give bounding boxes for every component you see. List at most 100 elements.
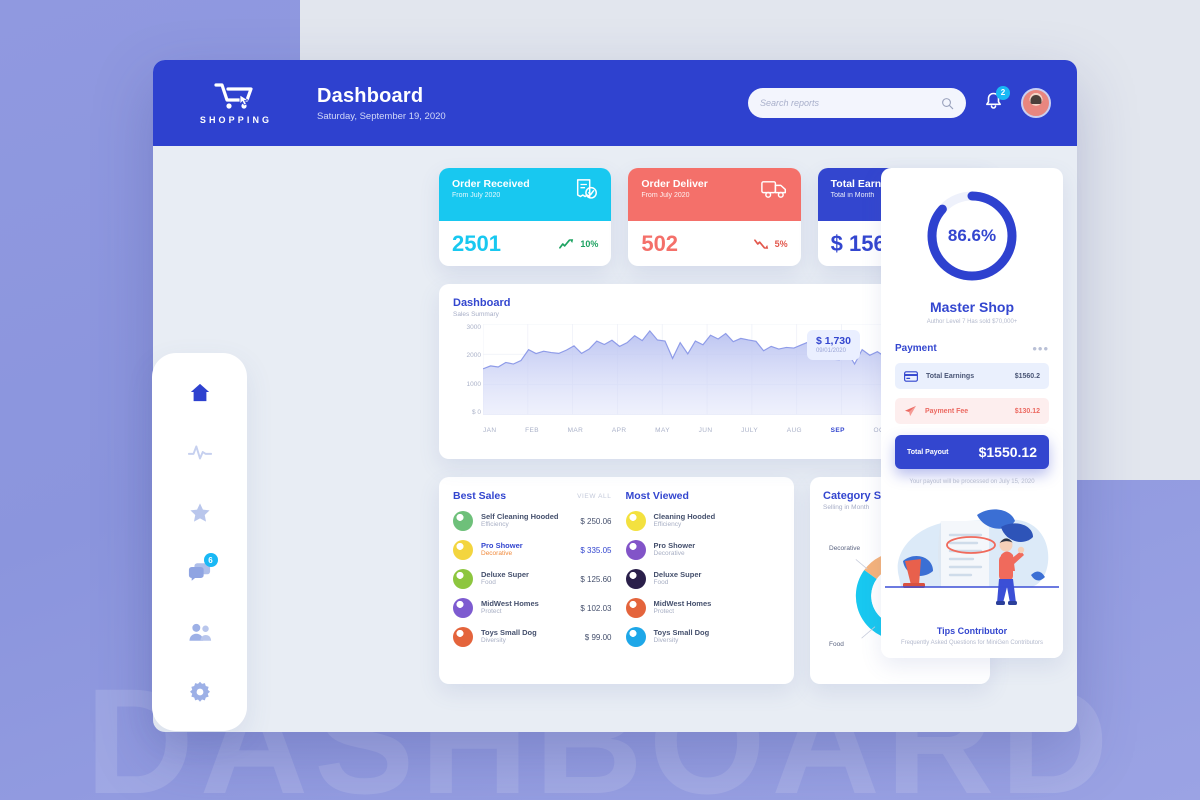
search-input[interactable] — [760, 98, 941, 108]
total-payout-row[interactable]: Total Payout $1550.12 — [895, 435, 1049, 469]
invoice-check-icon — [577, 179, 598, 199]
x-tick-jun: JUN — [698, 427, 713, 434]
sidebar-item-home[interactable] — [180, 375, 220, 409]
best-sales-item[interactable]: MidWest Homes Protect $ 102.03 — [453, 598, 612, 618]
product-price: $ 99.00 — [584, 632, 612, 642]
notifications-button[interactable]: 2 — [984, 85, 1010, 116]
master-shop-percent: 86.6% — [947, 226, 997, 245]
stat-card-header: Order Deliver From July 2020 — [628, 168, 801, 221]
product-category: Protect — [653, 608, 675, 616]
sidebar-item-analytics[interactable] — [180, 435, 220, 469]
most-viewed-item[interactable]: Toys Small Dog Diversity — [625, 627, 785, 647]
app-window: SHOPPING Dashboard Saturday, September 1… — [152, 60, 1077, 732]
best-sales-item[interactable]: Deluxe Super Food $ 125.60 — [453, 569, 612, 589]
product-category: Decorative — [653, 550, 685, 558]
chart-tooltip: $ 1,730 09/01/2020 — [806, 330, 860, 360]
payment-row-payment-fee[interactable]: Payment Fee $130.12 — [895, 398, 1049, 424]
sidebar-item-customers[interactable] — [180, 615, 220, 649]
most-viewed-item[interactable]: MidWest Homes Protect — [625, 598, 785, 618]
stat-title: Order Received — [452, 178, 530, 190]
x-tick-jan: JAN — [483, 427, 497, 434]
brand-name: SHOPPING — [199, 114, 273, 125]
person-reading-document-illustration — [885, 509, 1059, 605]
master-shop-and-payment-card: 86.6% Master Shop Author Level 7 Has sol… — [881, 168, 1063, 658]
best-sales-item[interactable]: Self Cleaning Hooded Efficiency $ 250.06 — [453, 511, 612, 531]
delivery-truck-icon — [760, 181, 786, 198]
trend-up-icon — [559, 238, 574, 249]
best-sales-item[interactable]: Pro Shower Decorative $ 335.05 — [453, 540, 612, 560]
gear-icon — [189, 681, 210, 702]
product-thumbnail — [453, 598, 473, 618]
payment-row-value: $130.12 — [1014, 407, 1040, 415]
payment-row-total-earnings[interactable]: Total Earnings $1560.2 — [895, 363, 1049, 389]
product-name: Self Cleaning Hooded — [481, 512, 559, 522]
search-icon[interactable] — [941, 97, 954, 110]
payment-row-label: Total Earnings — [926, 372, 975, 380]
x-tick-may: MAY — [655, 427, 670, 434]
most-viewed-item[interactable]: Cleaning Hooded Efficiency — [625, 511, 785, 531]
x-tick-mar: MAR — [567, 427, 584, 434]
product-name: Deluxe Super — [481, 570, 529, 580]
tips-contributor-card[interactable]: Tips Contributor Frequently Asked Questi… — [881, 499, 1063, 658]
sidebar-item-favorites[interactable] — [180, 495, 220, 529]
product-price: $ 125.60 — [580, 574, 612, 584]
stat-card-body: 2501 10% — [439, 221, 611, 266]
most-viewed-title: Most Viewed — [625, 490, 689, 502]
product-name: Pro Shower — [481, 541, 523, 551]
y-tick: $ 0 — [471, 408, 481, 416]
best-sales-title: Best Sales — [453, 490, 507, 502]
leader-line-food — [861, 626, 876, 639]
product-thumbnail — [453, 569, 473, 589]
product-category: Food — [653, 579, 669, 587]
most-viewed-item[interactable]: Deluxe Super Food — [625, 569, 785, 589]
tips-illustration — [881, 499, 1063, 619]
master-shop-card: 86.6% Master Shop Author Level 7 Has sol… — [881, 168, 1063, 339]
product-category: Decorative — [481, 550, 513, 558]
product-category: Food — [481, 579, 496, 587]
payment-card: Payment ••• Total Earnings $1560.2 Payme… — [881, 339, 1063, 499]
product-category: Diversity — [653, 637, 679, 645]
product-price: $ 335.05 — [580, 545, 612, 555]
tooltip-date: 09/01/2020 — [815, 348, 846, 354]
product-name: Cleaning Hooded — [653, 512, 716, 522]
star-icon — [189, 502, 210, 522]
credit-card-icon — [904, 370, 918, 382]
tooltip-value: $ 1,730 — [815, 335, 851, 347]
brand-logo[interactable]: SHOPPING — [177, 82, 295, 125]
page-title-block: Dashboard Saturday, September 19, 2020 — [317, 85, 446, 122]
sidebar-badge-messages: 6 — [203, 553, 218, 567]
y-tick: 3000 — [466, 324, 481, 331]
payout-note: Your payout will be processed on July 15… — [909, 479, 1035, 485]
master-shop-subtitle: Author Level 7 Has sold $70,000+ — [926, 319, 1018, 325]
stat-value: 2501 — [452, 230, 501, 256]
view-all-link[interactable]: VIEW ALL — [577, 493, 611, 500]
product-category: Diversity — [481, 637, 506, 645]
product-name: Deluxe Super — [653, 570, 702, 580]
sidebar-item-settings[interactable] — [180, 675, 220, 709]
top-bar-actions: 2 — [748, 85, 1051, 118]
product-category: Efficiency — [481, 521, 509, 529]
search-box[interactable] — [748, 88, 966, 118]
master-shop-gauge: 86.6% — [920, 184, 1024, 288]
product-texts: Toys Small Dog Diversity — [481, 628, 585, 646]
stat-trend-value: 10% — [580, 238, 599, 249]
product-name: Toys Small Dog — [653, 628, 710, 638]
paper-plane-icon — [904, 405, 917, 417]
best-sales-item[interactable]: Toys Small Dog Diversity $ 99.00 — [453, 627, 612, 647]
avatar[interactable] — [1021, 88, 1051, 118]
stat-card-order-deliver[interactable]: Order Deliver From July 2020 502 5% — [628, 168, 801, 266]
payment-menu-button[interactable]: ••• — [1032, 342, 1049, 355]
top-bar: SHOPPING Dashboard Saturday, September 1… — [153, 60, 1077, 146]
stat-value: 502 — [641, 230, 679, 256]
x-tick-apr: APR — [611, 427, 627, 434]
product-thumbnail — [453, 511, 473, 531]
stat-trend: 5% — [753, 238, 788, 250]
sidebar-item-messages[interactable]: 6 — [180, 553, 220, 589]
stat-card-order-received[interactable]: Order Received From July 2020 2501 10% — [439, 168, 612, 266]
most-viewed-list: Cleaning Hooded Efficiency Pro Shower Decor… — [625, 511, 785, 647]
y-tick: 1000 — [466, 380, 481, 388]
most-viewed-item[interactable]: Pro Shower Decorative — [625, 540, 785, 560]
donut-label-food: Food — [829, 641, 844, 648]
right-column: 86.6% Master Shop Author Level 7 Has sol… — [881, 168, 1063, 658]
master-shop-name: Master Shop — [929, 299, 1014, 315]
